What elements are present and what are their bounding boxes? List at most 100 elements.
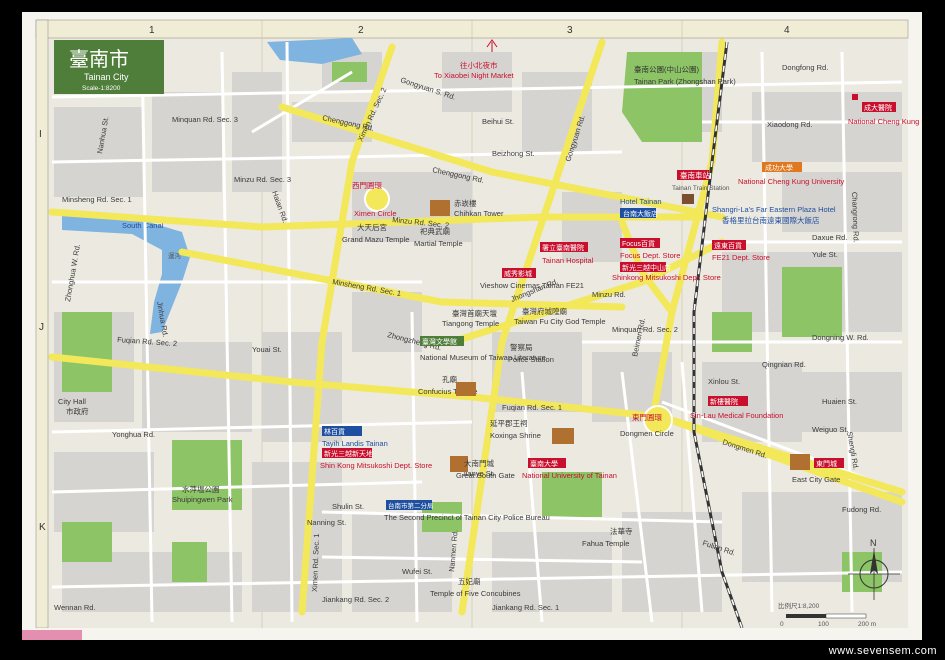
- grid-row-i: I: [39, 129, 42, 140]
- hayashi-en: Tayih Landis Tainan: [322, 439, 388, 448]
- road-label-youai: Youai St.: [252, 345, 282, 354]
- scale-seg-1: [786, 614, 826, 618]
- block: [142, 342, 252, 432]
- road-label-minzu3: Minzu Rd. Sec. 3: [234, 175, 291, 184]
- park-small: [712, 312, 752, 352]
- fe21-en: FE21 Dept. Store: [712, 253, 770, 262]
- shinkong-xm-zh: 新光三越新天地: [324, 449, 373, 458]
- confucius-zh: 孔廟: [442, 374, 457, 384]
- road-label-beizhong: Beizhong St.: [492, 149, 535, 158]
- ximen-circle-zh: 西門圓環: [352, 181, 382, 190]
- title-zh: 臺南市: [69, 47, 129, 71]
- hotel-tainan-zh: 台南大飯店: [623, 209, 658, 218]
- scale-seg-2: [825, 613, 867, 619]
- fe21-zh: 遠東百貨: [714, 241, 742, 250]
- road-label-qingnian: Qingnian Rd.: [762, 360, 806, 369]
- east-gate-icon: [790, 454, 810, 470]
- shuiping-zh: 水萍塭公園: [182, 484, 220, 494]
- fahua-zh: 法華寺: [610, 526, 633, 536]
- grid-row-j: J: [39, 322, 44, 333]
- taiwanfu-en: Taiwan Fu City God Temple: [514, 317, 606, 326]
- road-label-beihui: Beihui St.: [482, 117, 514, 126]
- hotel-tainan-en: Hotel Tainan: [620, 197, 662, 206]
- scale-tick-200: 200 m: [858, 621, 876, 628]
- tainan-park-zh: 臺南公園(中山公園): [634, 64, 699, 74]
- scale-tick-0: 0: [780, 621, 784, 628]
- focus-en: Focus Dept. Store: [620, 251, 680, 260]
- road-label-changrong: Changrong Rd.: [850, 192, 861, 243]
- park-sw2: [172, 542, 207, 582]
- tainan-hospital-en: Tainan Hospital: [542, 256, 594, 265]
- road-label-jiankang2: Jiankang Rd. Sec. 2: [322, 595, 389, 604]
- road-label-dongfeng: Dongfong Rd.: [782, 63, 828, 72]
- road-label-huaien: Huaien St.: [822, 397, 857, 406]
- chihkan-zh: 赤崁樓: [454, 198, 477, 208]
- night-market-zh: 往小北夜市: [460, 60, 498, 70]
- police-zh: 警察局: [510, 342, 533, 352]
- grid-col-3: 3: [567, 25, 573, 36]
- park-sw: [62, 522, 112, 562]
- dongmen-circle-zh: 東門圓環: [632, 412, 662, 422]
- road-label-yonghua: Yonghua Rd.: [112, 430, 155, 439]
- road-label-minquan3: Minquan Rd. Sec. 3: [172, 115, 238, 124]
- title-block: 臺南市 Tainan City Scale-1:8200: [54, 40, 164, 94]
- station-en: Tainan Train Station: [672, 185, 730, 192]
- sinlau-zh: 新樓醫院: [710, 397, 738, 406]
- east-gate-en: East City Gate: [792, 475, 840, 484]
- shangri-la-en: Shangri-La's Far Eastern Plaza Hotel: [712, 205, 836, 214]
- taiwanfu-zh: 臺灣府城隍廟: [522, 306, 567, 316]
- police-en: Police Station: [508, 355, 554, 364]
- koxinga-zh: 延平郡王祠: [490, 418, 528, 428]
- ximen-circle-shape: [364, 186, 390, 212]
- grand-mazu-en: Grand Mazu Temple: [342, 235, 409, 244]
- shinkong-zs-zh: 新光三越中山店: [622, 263, 671, 272]
- precinct-zh: 台南市第二分局: [388, 501, 434, 510]
- nutn-en: National University of Tainan: [522, 471, 617, 480]
- road-label-dongning: Dongning W. Rd.: [812, 333, 869, 342]
- koxinga-en: Koxinga Shrine: [490, 431, 541, 440]
- literature-zh: 臺灣文學館: [422, 337, 457, 346]
- station-zh: 臺南車站: [680, 170, 710, 180]
- scale-tick-100: 100: [818, 621, 829, 628]
- hayashi-zh: 林百貨: [324, 427, 345, 436]
- grid-row-k: K: [39, 522, 46, 533]
- road-label-minsheng1: Minsheng Rd. Sec. 1: [62, 195, 132, 204]
- grid-col-4: 4: [784, 25, 790, 36]
- south-gate-zh: 大南門城: [464, 458, 494, 468]
- tiangong-en: Tiangong Temple: [442, 319, 499, 328]
- title-en: Tainan City: [84, 72, 129, 82]
- road-label-minzu: Minzu Rd.: [592, 290, 626, 299]
- hospital-icon: [852, 94, 858, 100]
- road-label-daxue: Daxue Rd.: [812, 233, 847, 242]
- road-label-xiaodong: Xiaodong Rd.: [767, 120, 812, 129]
- road-label-jiankang1: Jiankang Rd. Sec. 1: [492, 603, 559, 612]
- watermark: www.sevensem.com: [828, 645, 937, 657]
- concubines-en: Temple of Five Concubines: [430, 589, 521, 598]
- vieshow-zh: 威秀影城: [504, 269, 532, 278]
- ncku-zh: 成功大學: [765, 163, 793, 172]
- vieshow-en: Vieshow Cinemas Tainan FE21: [480, 281, 584, 290]
- focus-zh: Focus百貨: [622, 239, 655, 248]
- pink-strip: [22, 630, 82, 640]
- ncku-hospital-zh: 成大醫院: [864, 103, 892, 112]
- martial-en: Martial Temple: [414, 239, 463, 248]
- road-label-wennan: Wennan Rd.: [54, 603, 96, 612]
- title-scale: Scale-1:8200: [82, 85, 121, 92]
- dongmen-circle-en: Dongmen Circle: [620, 429, 674, 438]
- tainan-park-en: Tainan Park (Zhongshan Park): [634, 77, 736, 86]
- nutn-zh: 臺南大學: [530, 459, 558, 468]
- road-label-fudong: Fudong Rd.: [842, 505, 881, 514]
- ncku-hospital-en: National Cheng Kung University Hospital: [848, 117, 922, 126]
- martial-zh: 祀典武廟: [420, 226, 450, 236]
- confucius-icon: [456, 382, 476, 396]
- tainan-hospital-zh: 署立臺南醫院: [542, 243, 584, 252]
- road-label-fuqian1: Fuqian Rd. Sec. 1: [502, 403, 562, 412]
- shinkong-zs-en: Shinkong Mitsukoshi Dept. Store: [612, 273, 721, 282]
- grid-col-1: 1: [149, 25, 155, 36]
- station-icon: [682, 194, 694, 204]
- block: [232, 72, 282, 192]
- ximen-circle-en: Ximen Circle: [354, 209, 397, 218]
- ncku-en: National Cheng Kung University: [738, 177, 845, 186]
- sinlau-en: Sin-Lau Medical Foundation: [690, 411, 783, 420]
- concubines-zh: 五妃廟: [458, 576, 481, 586]
